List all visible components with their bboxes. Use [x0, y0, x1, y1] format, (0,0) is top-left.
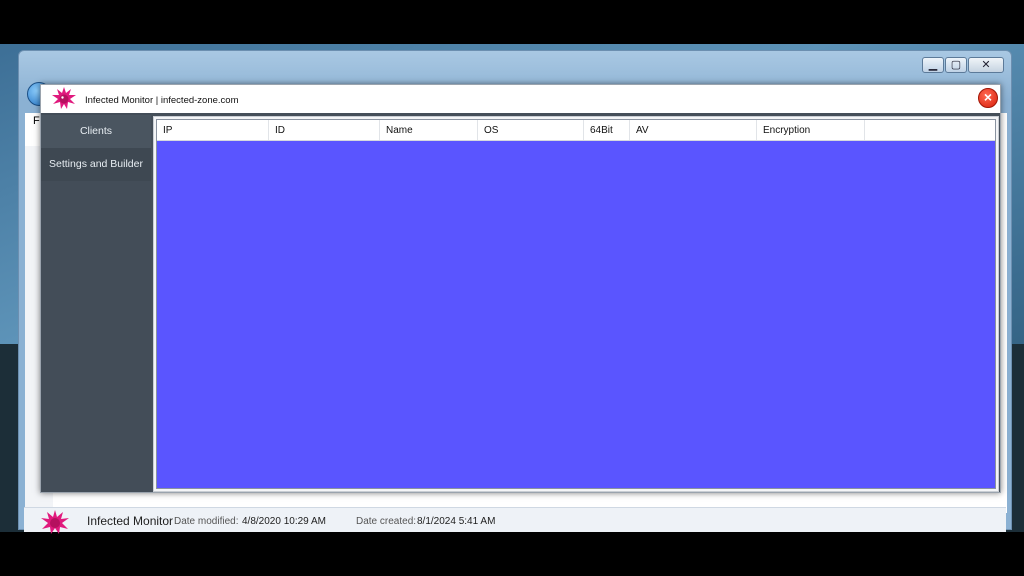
screen: ▁ ▢ ✕ Fi Infected Monitor Date modified:…: [0, 0, 1024, 576]
column-header-filler: [865, 120, 995, 140]
date-created-value: 8/1/2024 5:41 AM: [417, 516, 496, 527]
column-header-os[interactable]: OS: [478, 120, 584, 140]
app-body: Clients Settings and Builder IP ID Name …: [41, 113, 1000, 492]
sidebar-item-settings-and-builder[interactable]: Settings and Builder: [41, 148, 151, 181]
column-header-av[interactable]: AV: [630, 120, 757, 140]
date-created-label: Date created:: [356, 516, 417, 527]
sidebar: Clients Settings and Builder: [41, 113, 151, 492]
details-pane: Infected Monitor Date modified: 4/8/2020…: [24, 507, 1006, 534]
virus-logo-icon: [52, 87, 76, 109]
date-modified-value: 4/8/2020 10:29 AM: [242, 516, 326, 527]
app-title: Infected Monitor | infected-zone.com: [85, 95, 239, 106]
date-modified-label: Date modified:: [174, 516, 239, 527]
app-titlebar[interactable]: Infected Monitor | infected-zone.com ×: [41, 85, 1000, 113]
clients-list-header: IP ID Name OS 64Bit AV Encryption: [157, 120, 995, 141]
column-header-name[interactable]: Name: [380, 120, 478, 140]
sidebar-item-clients[interactable]: Clients: [41, 115, 151, 148]
infected-monitor-window: Infected Monitor | infected-zone.com × C…: [40, 84, 1001, 493]
maximize-button[interactable]: ▢: [945, 57, 967, 73]
column-header-ip[interactable]: IP: [157, 120, 269, 140]
window-close-button[interactable]: ✕: [968, 57, 1004, 73]
minimize-button[interactable]: ▁: [922, 57, 944, 73]
column-header-id[interactable]: ID: [269, 120, 380, 140]
column-header-encryption[interactable]: Encryption: [757, 120, 865, 140]
clients-list[interactable]: IP ID Name OS 64Bit AV Encryption: [156, 119, 996, 489]
virus-logo-icon: [41, 510, 69, 534]
details-file-name: Infected Monitor: [87, 514, 174, 528]
clients-panel: IP ID Name OS 64Bit AV Encryption: [153, 116, 999, 492]
close-icon[interactable]: ×: [978, 88, 998, 108]
column-header-64bit[interactable]: 64Bit: [584, 120, 630, 140]
